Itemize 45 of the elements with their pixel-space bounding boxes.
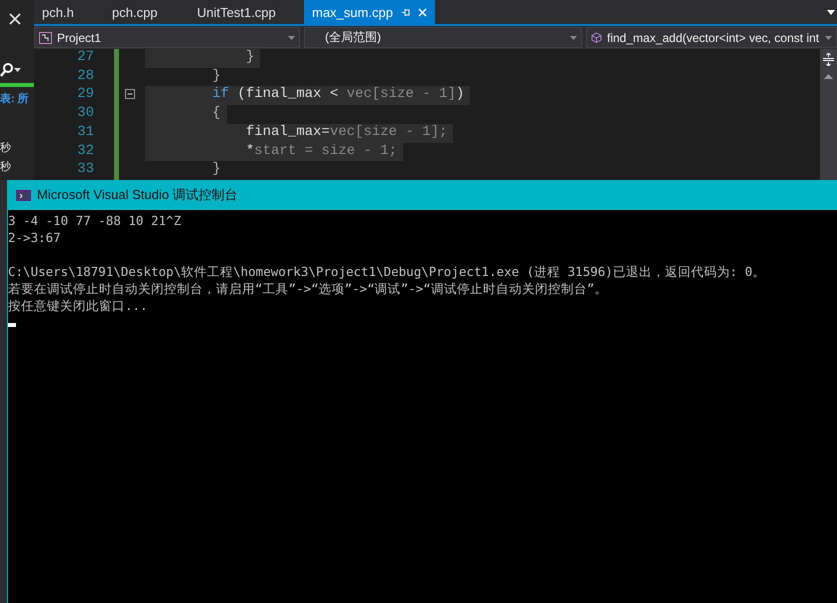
search-icon[interactable] [0, 63, 13, 77]
code-line: } [211, 161, 222, 180]
line-number: 29 [76, 86, 94, 104]
side-panel-text: 表: 所 [0, 92, 30, 106]
status-strip [0, 83, 34, 87]
console-output-line: 若要在调试停止时自动关闭控制台，请启用“工具”->“选项”->“调试”->“调试停止时自动关闭控制台”。 [8, 280, 608, 297]
scroll-up-icon[interactable] [824, 74, 833, 79]
code-line: } [211, 68, 222, 86]
pin-icon[interactable] [400, 8, 410, 16]
line-number: 30 [76, 105, 94, 124]
close-icon[interactable] [9, 13, 21, 25]
member-name: find_max_add(vector<int> vec, const int [607, 30, 820, 44]
line-number: 28 [76, 68, 94, 86]
member-dropdown[interactable]: find_max_add(vector<int> vec, const int [586, 27, 837, 48]
file-tab[interactable]: pch.h [34, 0, 104, 24]
cube-icon [591, 32, 602, 43]
side-panel-text: 秒 [0, 160, 12, 174]
dropdown-arrow-icon[interactable] [14, 68, 21, 72]
project-icon [39, 32, 52, 44]
caret-icon [288, 36, 295, 40]
line-number: 27 [76, 49, 94, 67]
console-icon [16, 190, 31, 200]
console-output-line: 按任意键关闭此窗口... [8, 297, 149, 314]
console-title: Microsoft Visual Studio 调试控制台 [37, 186, 238, 204]
caret-icon [570, 36, 577, 40]
file-tab[interactable]: pch.cpp [104, 0, 189, 24]
console-output-line: 2->3:67 [8, 229, 62, 246]
text-cursor [8, 323, 16, 327]
collapse-icon[interactable] [125, 89, 135, 99]
split-icon[interactable] [823, 53, 834, 66]
project-dropdown[interactable]: Project1 [34, 27, 300, 48]
line-number: 33 [76, 161, 94, 180]
scope-dropdown[interactable]: (全局范围) [304, 27, 582, 48]
console-output-line: C:\Users\18791\Desktop\软件工程\homework3\Project1\Debug\Project1.exe (进程 31596)已退出，返回代码为: 0。 [8, 263, 766, 280]
tab-list-dropdown-icon[interactable] [827, 10, 835, 14]
line-number: 31 [76, 124, 94, 142]
file-tab[interactable]: max_sum.cpp [304, 0, 435, 24]
file-tab[interactable]: UnitTest1.cpp [189, 0, 304, 24]
side-panel-text: 秒 [0, 141, 12, 155]
scope-name: (全局范围) [325, 29, 382, 46]
caret-icon [825, 36, 832, 40]
line-number: 32 [76, 142, 94, 161]
console-output-line: 3 -4 -10 77 -88 10 21^Z [8, 212, 182, 229]
project-name: Project1 [57, 30, 102, 44]
scrollbar[interactable] [820, 49, 837, 180]
